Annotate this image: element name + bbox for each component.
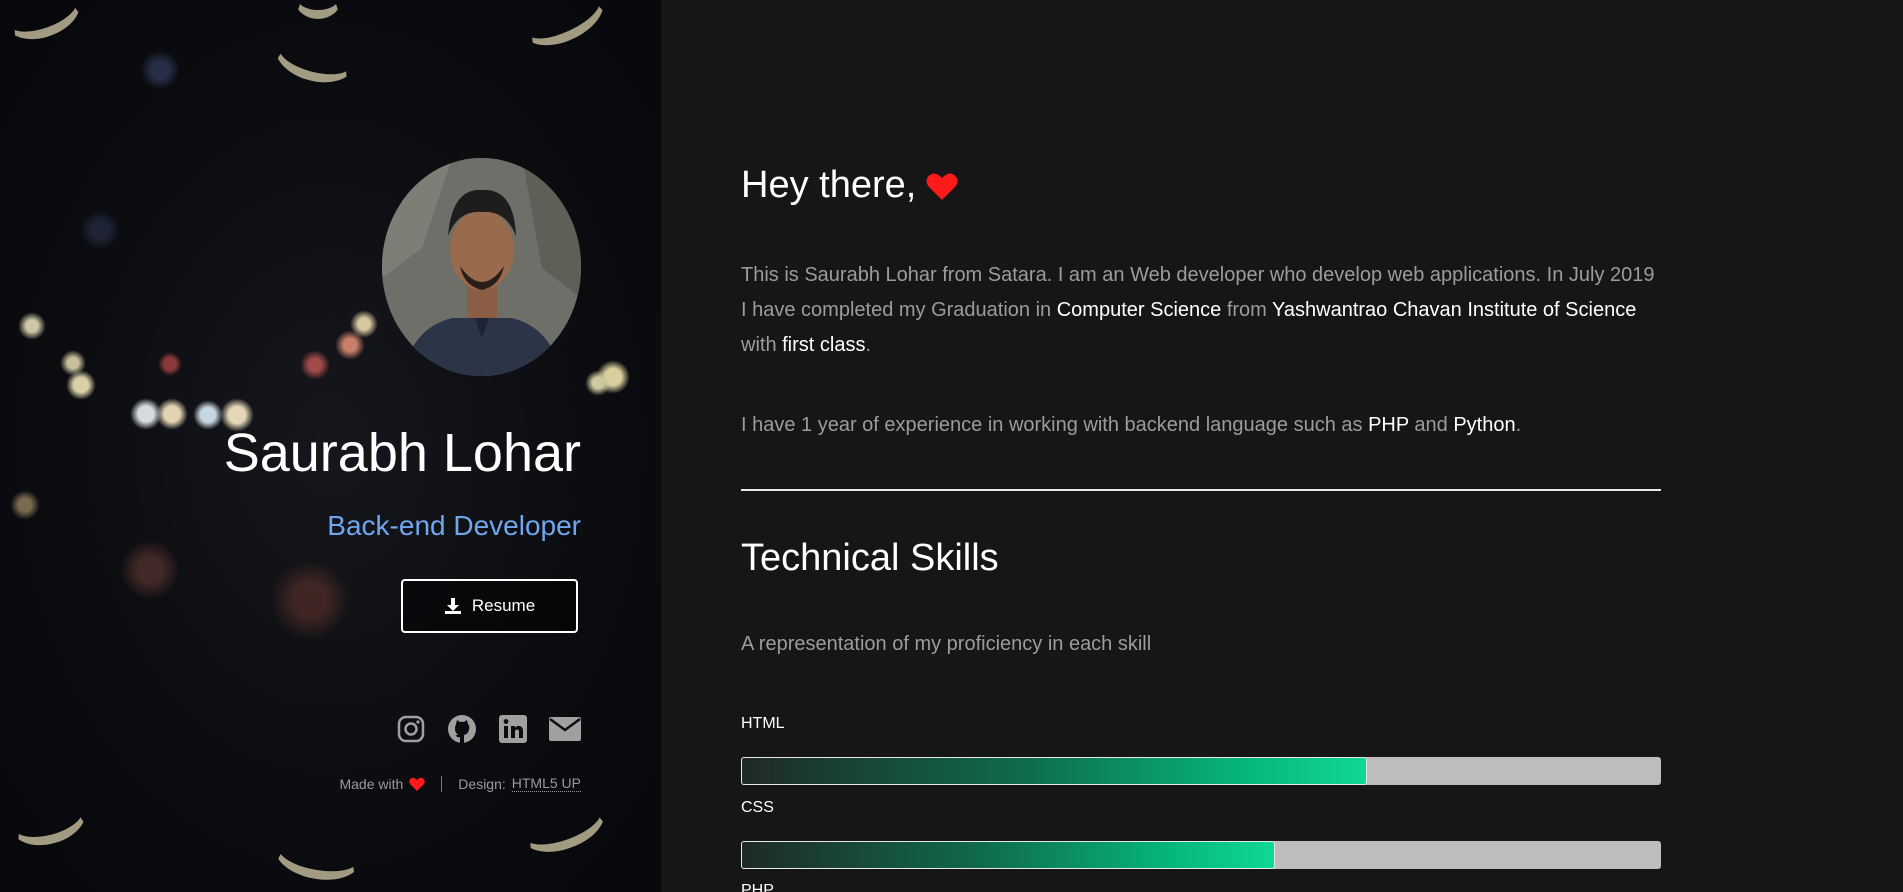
bokeh-light [158, 352, 182, 376]
bokeh-light [270, 22, 360, 91]
bokeh-light [335, 330, 365, 360]
greeting-text: Hey there, [741, 164, 917, 206]
bokeh-light [300, 350, 330, 380]
bokeh-light [60, 350, 86, 376]
degree-highlight: Computer Science [1056, 299, 1222, 321]
heart-icon [409, 777, 426, 791]
experience-text: I have 1 year of experience in working w… [741, 414, 1369, 436]
intro-text: . [865, 334, 872, 356]
sidebar: Saurabh Lohar Back-end Developer Resume [0, 0, 661, 892]
bokeh-light [140, 50, 180, 90]
bokeh-light [270, 560, 350, 640]
intro-paragraph: This is Saurabh Lohar from Satara. I am … [741, 258, 1661, 363]
profile-name: Saurabh Lohar [223, 423, 581, 483]
profile-role: Back-end Developer [327, 510, 581, 541]
instagram-icon[interactable] [397, 715, 425, 743]
intro-text: with [741, 334, 783, 356]
language-highlight: PHP [1368, 414, 1409, 436]
institute-highlight: Yashwantrao Chavan Institute of Science [1272, 299, 1637, 321]
bokeh-light [130, 398, 162, 430]
heart-icon [926, 172, 958, 200]
bokeh-light [120, 540, 180, 600]
bokeh-light [66, 370, 96, 400]
bokeh-light [156, 398, 188, 430]
bokeh-light [514, 786, 612, 863]
bokeh-light [193, 400, 223, 430]
resume-button-label: Resume [471, 596, 536, 615]
design-label: Design: [458, 775, 506, 792]
credits: Made with Design: HTML5 UP [339, 775, 581, 792]
made-with-label: Made with [339, 775, 404, 792]
bokeh-light [18, 312, 46, 340]
main-content: Hey there, This is Saurabh Lohar from Sa… [661, 0, 1903, 892]
bokeh-light [585, 370, 611, 396]
profile-photo [382, 158, 581, 376]
bokeh-light [596, 360, 630, 394]
skills-subtitle: A representation of my proficiency in ea… [741, 633, 1152, 655]
bokeh-light [0, 0, 87, 49]
skills-heading: Technical Skills [741, 537, 999, 579]
bokeh-light [271, 822, 365, 887]
linkedin-icon[interactable] [499, 715, 527, 743]
bokeh-light [10, 490, 40, 520]
bokeh-light [4, 785, 92, 854]
skill-label: HTML [741, 715, 785, 732]
bokeh-light [80, 210, 120, 250]
resume-button[interactable]: Resume [401, 579, 578, 633]
intro-text: from [1221, 299, 1273, 321]
experience-paragraph: I have 1 year of experience in working w… [741, 408, 1661, 443]
experience-text: . [1515, 414, 1522, 436]
bokeh-light [513, 0, 613, 57]
social-links [397, 714, 581, 744]
greeting-heading: Hey there, [741, 164, 958, 207]
skill-bar [741, 757, 1661, 785]
skill-label: CSS [741, 799, 774, 816]
grade-highlight: first class [782, 334, 866, 356]
skill-bar [741, 841, 1661, 869]
bokeh-light [350, 310, 378, 338]
avatar [382, 158, 581, 376]
github-icon[interactable] [447, 714, 477, 744]
skill-bar-fill [741, 841, 1275, 869]
experience-text: and [1408, 414, 1454, 436]
skill-bar-fill [741, 757, 1367, 785]
credits-divider [441, 775, 443, 792]
skill-label: PHP [741, 882, 774, 892]
design-credit-link[interactable]: HTML5 UP [511, 775, 581, 792]
bokeh-light [295, 0, 341, 19]
download-icon [444, 597, 462, 615]
language-highlight: Python [1453, 414, 1516, 436]
section-divider [741, 489, 1661, 491]
envelope-icon[interactable] [549, 717, 581, 741]
